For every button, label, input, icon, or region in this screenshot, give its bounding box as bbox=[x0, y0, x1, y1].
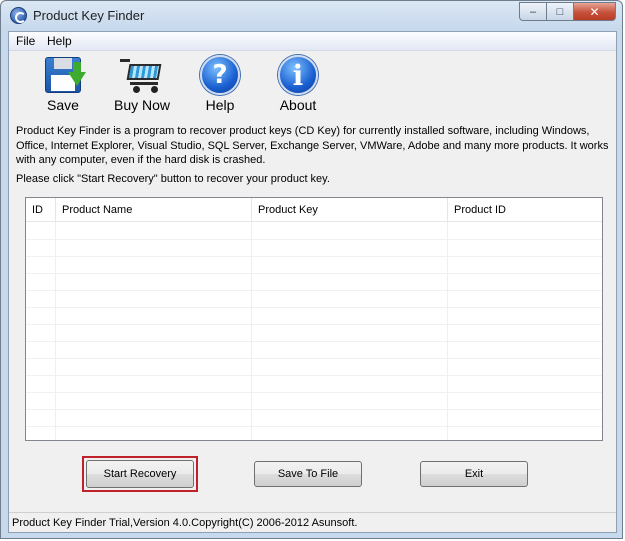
maximize-button[interactable]: □ bbox=[546, 2, 573, 21]
table-body bbox=[26, 222, 602, 440]
menu-help[interactable]: Help bbox=[47, 34, 72, 48]
empty-row-line bbox=[26, 358, 602, 359]
shopping-cart-icon bbox=[120, 55, 164, 95]
info-icon: i bbox=[276, 55, 320, 95]
window-title: Product Key Finder bbox=[33, 8, 145, 23]
toolbar: Save Buy Now ? Help i About bbox=[9, 51, 616, 116]
save-to-file-button[interactable]: Save To File bbox=[254, 461, 362, 487]
empty-row-line bbox=[26, 256, 602, 257]
app-window: Product Key Finder ‒ □ ✕ File Help Save … bbox=[0, 0, 623, 539]
client-area: File Help Save Buy Now ? Help i About Pr… bbox=[8, 31, 617, 533]
empty-row-line bbox=[26, 375, 602, 376]
exit-button[interactable]: Exit bbox=[420, 461, 528, 487]
minimize-button[interactable]: ‒ bbox=[519, 2, 546, 21]
column-header-id[interactable]: ID bbox=[26, 198, 56, 222]
save-tool-button[interactable]: Save bbox=[33, 55, 93, 113]
empty-row-line bbox=[26, 307, 602, 308]
empty-row-line bbox=[26, 290, 602, 291]
app-logo-icon bbox=[10, 7, 27, 24]
buy-now-label: Buy Now bbox=[113, 97, 171, 113]
about-label: About bbox=[279, 97, 317, 113]
empty-row-line bbox=[26, 341, 602, 342]
help-label: Help bbox=[205, 97, 235, 113]
about-tool-button[interactable]: i About bbox=[268, 55, 328, 113]
instruction-text: Please click "Start Recovery" button to … bbox=[16, 173, 330, 185]
empty-row-line bbox=[26, 426, 602, 427]
empty-row-line bbox=[26, 324, 602, 325]
menu-file[interactable]: File bbox=[16, 34, 35, 48]
column-header-product-id[interactable]: Product ID bbox=[448, 198, 604, 222]
description-text: Product Key Finder is a program to recov… bbox=[16, 125, 609, 166]
column-header-product-key[interactable]: Product Key bbox=[252, 198, 448, 222]
table-header: ID Product Name Product Key Product ID bbox=[26, 198, 602, 222]
empty-row-line bbox=[26, 239, 602, 240]
empty-row-line bbox=[26, 409, 602, 410]
close-button[interactable]: ✕ bbox=[573, 2, 616, 21]
product-key-table[interactable]: ID Product Name Product Key Product ID bbox=[25, 197, 603, 441]
window-controls: ‒ □ ✕ bbox=[519, 2, 616, 21]
empty-row-line bbox=[26, 392, 602, 393]
empty-row-line bbox=[26, 273, 602, 274]
help-tool-button[interactable]: ? Help bbox=[190, 55, 250, 113]
start-recovery-button[interactable]: Start Recovery bbox=[86, 460, 194, 488]
status-bar: Product Key Finder Trial,Version 4.0.Cop… bbox=[9, 512, 616, 533]
column-header-product-name[interactable]: Product Name bbox=[56, 198, 252, 222]
buy-now-tool-button[interactable]: Buy Now bbox=[112, 55, 172, 113]
title-bar[interactable]: Product Key Finder ‒ □ ✕ bbox=[1, 1, 622, 31]
save-label: Save bbox=[47, 97, 79, 113]
menu-bar: File Help bbox=[9, 32, 616, 51]
help-icon: ? bbox=[198, 55, 242, 95]
floppy-disk-icon bbox=[41, 55, 86, 95]
